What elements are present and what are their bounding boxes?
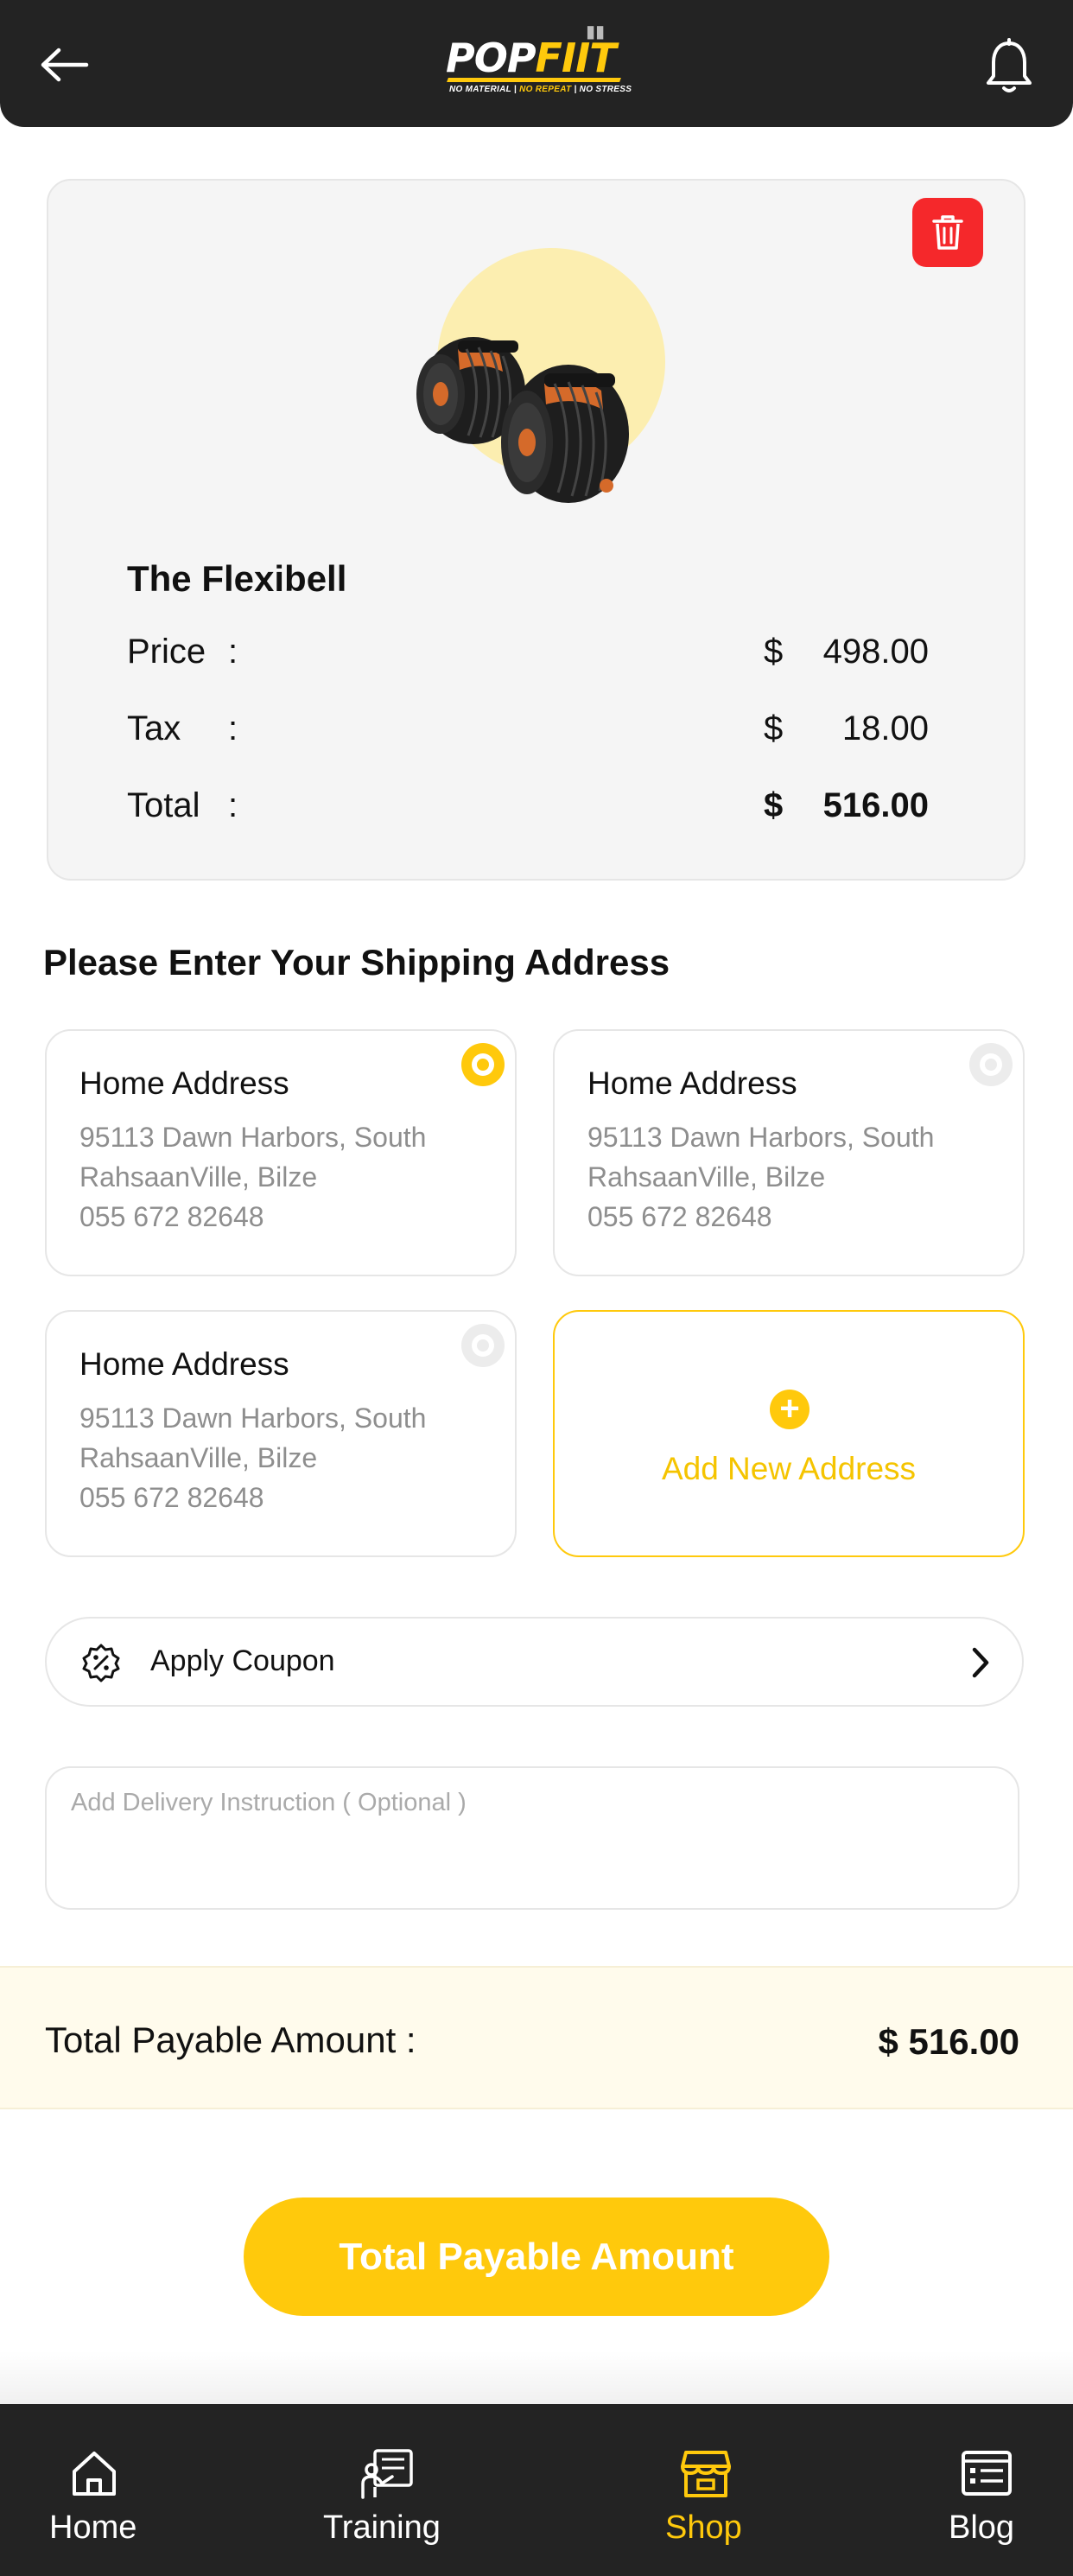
plus-icon: + — [770, 1390, 810, 1429]
nav-label-training: Training — [323, 2509, 441, 2546]
address-title: Home Address — [79, 1065, 289, 1101]
address-line2: RahsaanVille, Bilze — [79, 1442, 318, 1473]
nav-item-training[interactable]: Training — [285, 2404, 492, 2576]
total-value: 516.00 — [822, 786, 929, 824]
address-title: Home Address — [587, 1065, 797, 1101]
address-line2: RahsaanVille, Bilze — [587, 1161, 826, 1193]
product-name: The Flexibell — [127, 558, 347, 599]
trash-icon — [932, 215, 963, 250]
tax-value: 18.00 — [841, 709, 929, 747]
total-label: Total — [127, 786, 200, 824]
nav-label-blog: Blog — [949, 2509, 1015, 2546]
blog-icon — [962, 2451, 1012, 2496]
apply-coupon-label: Apply Coupon — [150, 1644, 335, 1677]
tax-currency: $ — [764, 709, 784, 747]
price-colon: : — [228, 633, 238, 671]
app-header: ▮▮ POPFIIT NO MATERIAL | NO REPEAT | NO … — [0, 0, 1073, 127]
back-arrow-icon[interactable] — [40, 43, 92, 86]
address-phone: 055 672 82648 — [79, 1201, 264, 1232]
logo-underline — [447, 78, 621, 82]
chevron-right-icon — [972, 1647, 989, 1678]
address-radio-selected[interactable] — [461, 1043, 505, 1086]
total-payable-label: Total Payable Amount : — [45, 2019, 416, 2060]
add-new-address-button[interactable]: + Add New Address — [553, 1310, 1025, 1557]
shop-icon — [681, 2451, 731, 2497]
tax-colon: : — [228, 709, 238, 747]
address-card[interactable]: Home Address 95113 Dawn Harbors, South R… — [553, 1029, 1025, 1276]
address-title: Home Address — [79, 1346, 289, 1382]
address-phone: 055 672 82648 — [587, 1201, 772, 1232]
total-payable-value: $ 516.00 — [878, 2021, 1020, 2062]
notification-bell-icon[interactable] — [983, 38, 1035, 95]
training-icon — [361, 2449, 413, 2499]
apply-coupon-button[interactable]: Apply Coupon — [45, 1617, 1024, 1707]
price-label: Price — [127, 633, 206, 671]
nav-item-blog[interactable]: Blog — [933, 2404, 1073, 2576]
nav-item-shop[interactable]: Shop — [639, 2404, 778, 2576]
delivery-instruction-input[interactable] — [45, 1766, 1019, 1910]
total-colon: : — [228, 786, 238, 824]
address-radio[interactable] — [969, 1043, 1013, 1086]
nav-label-shop: Shop — [665, 2509, 742, 2546]
dumbbell-product-image — [406, 297, 639, 513]
price-currency: $ — [764, 633, 784, 671]
address-card[interactable]: Home Address 95113 Dawn Harbors, South R… — [45, 1029, 517, 1276]
logo-wordmark: POPFIIT — [446, 35, 617, 81]
pay-button[interactable]: Total Payable Amount — [244, 2198, 829, 2316]
nav-item-home[interactable]: Home — [0, 2404, 190, 2576]
popfiit-logo: ▮▮ POPFIIT NO MATERIAL | NO REPEAT | NO … — [446, 21, 632, 100]
total-payable-summary: Total Payable Amount : $ 516.00 — [0, 1966, 1073, 2109]
delete-product-button[interactable] — [912, 198, 983, 267]
shipping-title: Please Enter Your Shipping Address — [43, 942, 670, 983]
address-card[interactable]: Home Address 95113 Dawn Harbors, South R… — [45, 1310, 517, 1557]
nav-shadow — [0, 2350, 1073, 2404]
address-line1: 95113 Dawn Harbors, South — [587, 1122, 935, 1153]
add-new-address-label: Add New Address — [661, 1451, 917, 1486]
tax-label: Tax — [127, 709, 181, 747]
address-line1: 95113 Dawn Harbors, South — [79, 1402, 427, 1434]
address-radio[interactable] — [461, 1324, 505, 1367]
total-currency: $ — [764, 786, 784, 824]
address-line1: 95113 Dawn Harbors, South — [79, 1122, 427, 1153]
address-line2: RahsaanVille, Bilze — [79, 1161, 318, 1193]
home-icon — [73, 2452, 116, 2496]
address-phone: 055 672 82648 — [79, 1482, 264, 1513]
bottom-navigation: Home Training Shop Blog — [0, 2404, 1073, 2576]
discount-badge-icon — [82, 1644, 120, 1682]
nav-label-home: Home — [49, 2509, 137, 2546]
logo-tagline: NO MATERIAL | NO REPEAT | NO STRESS — [449, 85, 632, 94]
price-value: 498.00 — [822, 633, 929, 671]
